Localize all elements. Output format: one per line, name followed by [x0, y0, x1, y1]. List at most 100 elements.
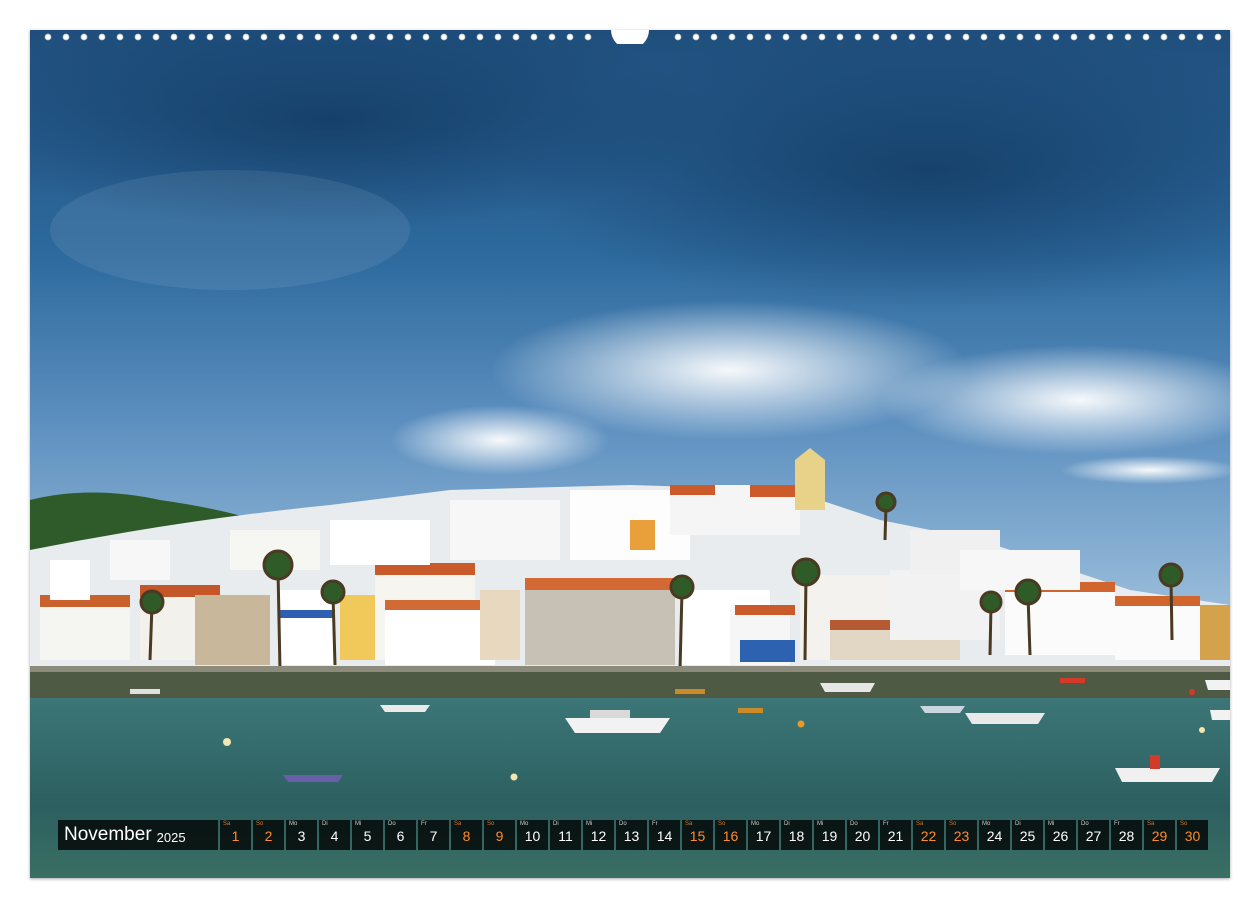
weekday-abbrev: Fr: [652, 821, 658, 827]
binding-hole: [1034, 33, 1042, 41]
weekday-abbrev: Mi: [1048, 821, 1055, 827]
day-number: 16: [722, 828, 739, 844]
binding-hole: [296, 33, 304, 41]
binding-hole: [998, 33, 1006, 41]
spiral-binding: [44, 30, 1222, 44]
binding-hole: [746, 33, 754, 41]
weekday-abbrev: Sa: [1147, 821, 1155, 827]
binding-hole: [224, 33, 232, 41]
binding-hole: [962, 33, 970, 41]
day-number: 9: [495, 828, 504, 844]
binding-hole: [710, 33, 718, 41]
binding-hole: [332, 33, 340, 41]
binding-hole: [476, 33, 484, 41]
binding-hole: [782, 33, 790, 41]
binding-hole: [584, 33, 592, 41]
binding-hole: [692, 33, 700, 41]
weekday-abbrev: Mo: [520, 821, 529, 827]
day-cell: Di 25: [1012, 820, 1043, 850]
day-number: 13: [623, 828, 640, 844]
day-number: 3: [297, 828, 306, 844]
day-cell: So 9: [484, 820, 515, 850]
binding-hole: [440, 33, 448, 41]
month-name: November: [64, 824, 152, 845]
binding-hole: [1088, 33, 1096, 41]
day-number: 2: [264, 828, 273, 844]
binding-hole: [206, 33, 214, 41]
binding-hole: [1196, 33, 1204, 41]
weekday-abbrev: Sa: [223, 821, 231, 827]
binding-hole: [728, 33, 736, 41]
binding-hole: [1214, 33, 1222, 41]
binding-hole: [674, 33, 682, 41]
day-number: 8: [462, 828, 471, 844]
weekday-abbrev: Di: [553, 821, 559, 827]
day-cell: Mo 3: [286, 820, 317, 850]
day-cell: Di 18: [781, 820, 812, 850]
binding-hole: [386, 33, 394, 41]
day-number: 17: [755, 828, 772, 844]
calendar-page: November 2025 Sa 1 So 2 Mo 3 Di 4 Mi 5 Do 6 Fr 7 Sa 8 So…: [0, 0, 1260, 908]
day-cell: Mo 17: [748, 820, 779, 850]
weekday-abbrev: Do: [850, 821, 858, 827]
weekday-abbrev: Do: [619, 821, 627, 827]
binding-hole: [404, 33, 412, 41]
weekday-abbrev: Sa: [454, 821, 462, 827]
day-cell: Sa 15: [682, 820, 713, 850]
day-number: 6: [396, 828, 405, 844]
weekday-abbrev: Sa: [916, 821, 924, 827]
day-number: 24: [986, 828, 1003, 844]
weekday-abbrev: Mo: [751, 821, 760, 827]
weekday-abbrev: Di: [784, 821, 790, 827]
day-cell: Sa 1: [220, 820, 251, 850]
day-cell: Sa 29: [1144, 820, 1175, 850]
day-cell: Di 4: [319, 820, 350, 850]
weekday-abbrev: Mi: [586, 821, 593, 827]
day-number: 4: [330, 828, 339, 844]
weekday-abbrev: Do: [1081, 821, 1089, 827]
binding-hole: [512, 33, 520, 41]
binding-hole: [980, 33, 988, 41]
weekday-abbrev: Mi: [355, 821, 362, 827]
day-cell: Fr 7: [418, 820, 449, 850]
binding-hole: [908, 33, 916, 41]
binding-hole: [872, 33, 880, 41]
day-cell: Mo 24: [979, 820, 1010, 850]
binding-hole: [80, 33, 88, 41]
binding-hole: [926, 33, 934, 41]
weekday-abbrev: So: [718, 821, 726, 827]
day-number: 27: [1085, 828, 1102, 844]
day-cell: Do 13: [616, 820, 647, 850]
day-number: 19: [821, 828, 838, 844]
binding-hole: [422, 33, 430, 41]
photo-illustration: [30, 30, 1230, 878]
binding-hole: [1016, 33, 1024, 41]
church-tower: [795, 460, 825, 510]
day-cell: Fr 14: [649, 820, 680, 850]
weekday-abbrev: Fr: [421, 821, 427, 827]
day-cell: Mi 5: [352, 820, 383, 850]
binding-hole: [458, 33, 466, 41]
weekday-abbrev: Mi: [817, 821, 824, 827]
binding-hole: [98, 33, 106, 41]
binding-hole: [1178, 33, 1186, 41]
day-cell: Mi 26: [1045, 820, 1076, 850]
day-cell: So 2: [253, 820, 284, 850]
calendar-strip: November 2025 Sa 1 So 2 Mo 3 Di 4 Mi 5 Do 6 Fr 7 Sa 8 So…: [58, 820, 1210, 850]
day-cell: Mi 12: [583, 820, 614, 850]
month-year: 2025: [156, 829, 186, 845]
binding-hole: [890, 33, 898, 41]
binding-hole: [764, 33, 772, 41]
weekday-abbrev: Mo: [289, 821, 298, 827]
day-number: 25: [1019, 828, 1036, 844]
quay-wall: [30, 670, 1230, 698]
day-number: 30: [1184, 828, 1201, 844]
weekday-abbrev: Mo: [982, 821, 991, 827]
day-cell: Do 6: [385, 820, 416, 850]
binding-hole: [1124, 33, 1132, 41]
day-cell: Do 27: [1078, 820, 1109, 850]
binding-hole: [1070, 33, 1078, 41]
day-cell: Fr 21: [880, 820, 911, 850]
weekday-abbrev: Do: [388, 821, 396, 827]
day-number: 23: [953, 828, 970, 844]
